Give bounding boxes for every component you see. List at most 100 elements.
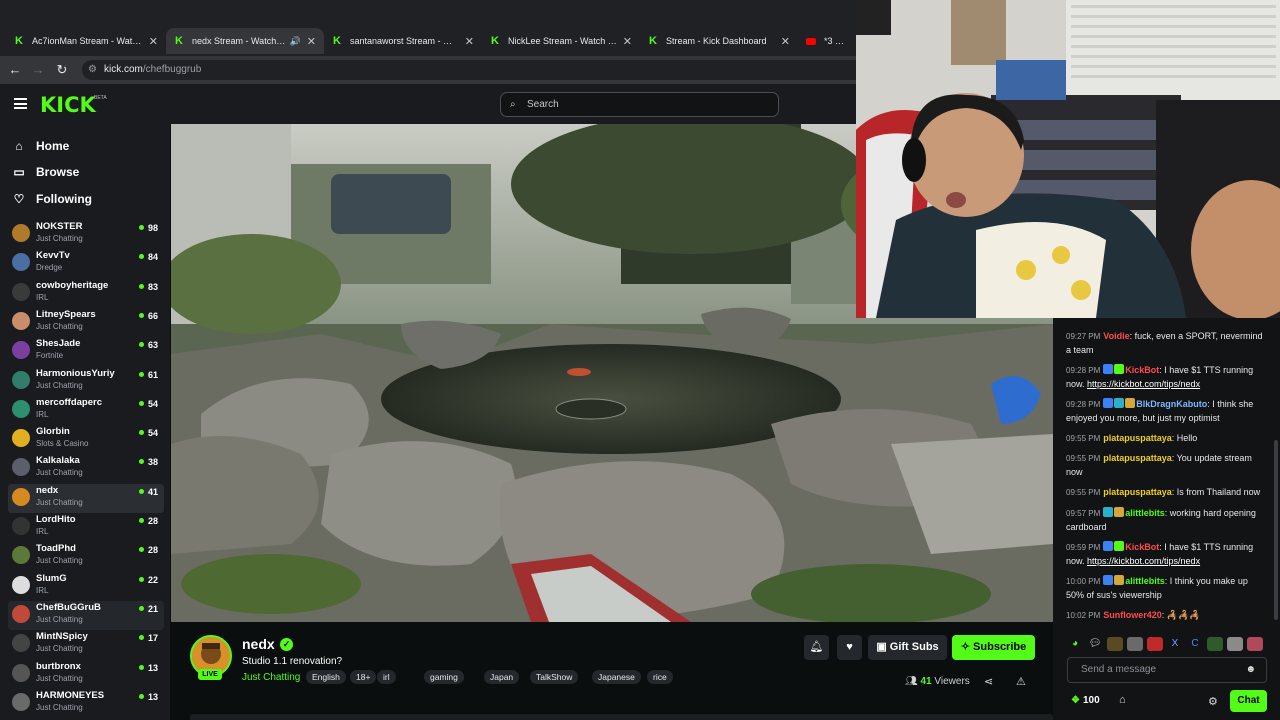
sidebar-channel[interactable]: HARMONEYES Just Chatting 13 bbox=[8, 689, 164, 718]
chat-badge-icon bbox=[1114, 507, 1125, 517]
menu-icon[interactable] bbox=[14, 98, 27, 109]
emote-icon[interactable] bbox=[1247, 637, 1263, 651]
browser-tab[interactable]: K Ac7ionMan Stream - Watch Live ✕ bbox=[6, 28, 166, 54]
sidebar-channel[interactable]: NOKSTER Just Chatting 98 bbox=[8, 220, 164, 249]
chat-username[interactable]: BlkDragnKabuto bbox=[1136, 399, 1207, 409]
emote-icon[interactable] bbox=[1107, 637, 1123, 651]
search-icon: ⌕ bbox=[510, 99, 516, 110]
stream-category[interactable]: Just Chatting bbox=[242, 672, 300, 683]
chat-username[interactable]: alittlebits bbox=[1125, 576, 1165, 586]
browser-tab[interactable]: *3 BODY bbox=[798, 28, 856, 54]
sidebar-channel[interactable]: cowboyheritage IRL 83 bbox=[8, 279, 164, 308]
chat-link[interactable]: https://kickbot.com/tips/nedx bbox=[1087, 379, 1200, 389]
stream-tag[interactable]: Japan bbox=[484, 670, 520, 684]
sidebar-item-home[interactable]: ⌂ Home bbox=[12, 134, 69, 158]
chat-username[interactable]: platapuspattaya bbox=[1103, 433, 1172, 443]
sidebar-channel[interactable]: LitneySpears Just Chatting 66 bbox=[8, 308, 164, 337]
stream-tag[interactable]: Japanese bbox=[592, 670, 641, 684]
chat-username[interactable]: alittlebits bbox=[1125, 508, 1165, 518]
forward-icon[interactable]: → bbox=[29, 61, 47, 79]
close-icon[interactable]: ✕ bbox=[623, 35, 632, 48]
chat-scrollbar[interactable] bbox=[1274, 440, 1278, 620]
channel-viewer-count: 83 bbox=[147, 281, 158, 292]
chat-send-button[interactable]: Chat bbox=[1230, 690, 1267, 712]
channel-name: LitneySpears bbox=[36, 308, 96, 320]
browser-tab[interactable]: K Stream - Kick Dashboard ✕ bbox=[640, 28, 798, 54]
report-icon[interactable]: ⚠ bbox=[1016, 675, 1026, 688]
browser-tab-active[interactable]: K nedx Stream - Watch Live on 🔊 ✕ bbox=[166, 28, 324, 54]
c-emote-icon[interactable]: C bbox=[1187, 637, 1203, 651]
sidebar-channel[interactable]: HarmoniousYuriy Just Chatting 61 bbox=[8, 367, 164, 396]
back-icon[interactable]: ← bbox=[6, 61, 24, 79]
chat-username[interactable]: KickBot bbox=[1125, 365, 1159, 375]
stream-tag[interactable]: TalkShow bbox=[530, 670, 579, 684]
follow-button[interactable]: ♥ bbox=[837, 635, 862, 660]
stream-tag[interactable]: gaming bbox=[424, 670, 464, 684]
sidebar-channel[interactable]: burtbronx Just Chatting 13 bbox=[8, 660, 164, 689]
close-icon[interactable]: ✕ bbox=[781, 35, 790, 48]
stream-tag[interactable]: 18+ bbox=[350, 670, 377, 684]
tab-title: nedx Stream - Watch Live on bbox=[192, 36, 286, 46]
sidebar-channel[interactable]: ShesJade Fortnite 63 bbox=[8, 337, 164, 366]
sidebar-channel[interactable]: Glorbin Slots & Casino 54 bbox=[8, 425, 164, 454]
live-dot-icon bbox=[138, 225, 144, 230]
notification-bell-button[interactable]: 🔔︎ bbox=[804, 635, 829, 660]
streamer-name[interactable]: nedx bbox=[242, 636, 275, 652]
x-emote-icon[interactable]: X bbox=[1167, 637, 1183, 651]
emote-icon[interactable] bbox=[1147, 637, 1163, 651]
sidebar-channel[interactable]: KevvTv Dredge 84 bbox=[8, 249, 164, 278]
live-dot-icon bbox=[138, 605, 144, 611]
kick-logo[interactable]: KICK bbox=[40, 93, 96, 117]
sidebar-channel[interactable]: Kalkalaka Just Chatting 38 bbox=[8, 454, 164, 483]
chat-username[interactable]: KickBot bbox=[1125, 542, 1159, 552]
site-info-icon[interactable]: ⚙ bbox=[88, 60, 97, 80]
stream-tag[interactable]: English bbox=[306, 670, 346, 684]
channel-viewer-count: 54 bbox=[147, 398, 158, 409]
live-dot-icon bbox=[138, 312, 144, 318]
sidebar-channel[interactable]: MintNSpicy Just Chatting 17 bbox=[8, 630, 164, 659]
url-path: /chefbuggrub bbox=[142, 64, 202, 75]
close-icon[interactable]: ✕ bbox=[149, 35, 158, 48]
chat-username[interactable]: platapuspattaya bbox=[1103, 453, 1172, 463]
sidebar-item-following[interactable]: ♡ Following bbox=[12, 187, 92, 211]
address-bar[interactable]: ⚙ kick.com/chefbuggrub bbox=[82, 60, 856, 80]
chat-username[interactable]: Sunflower420 bbox=[1103, 610, 1162, 620]
emoji-icon[interactable]: ☻ bbox=[1245, 658, 1256, 682]
close-icon[interactable]: ✕ bbox=[465, 35, 474, 48]
sidebar-channel[interactable]: ChefBuGGruB Just Chatting 21 bbox=[8, 600, 164, 630]
emote-icon[interactable] bbox=[1207, 637, 1223, 651]
sidebar-item-browse[interactable]: ▭ Browse bbox=[12, 160, 79, 184]
sidebar-channel[interactable]: LordHito IRL 28 bbox=[8, 513, 164, 542]
emote-icon[interactable] bbox=[1127, 637, 1143, 651]
channel-avatar bbox=[12, 429, 30, 448]
channel-avatar bbox=[12, 224, 30, 242]
sidebar-channel[interactable]: mercoffdaperc IRL 54 bbox=[8, 396, 164, 425]
sidebar-channel[interactable]: ToadPhd Just Chatting 28 bbox=[8, 542, 164, 571]
chat-message-input[interactable]: Send a message ☻ bbox=[1067, 657, 1267, 683]
search-input[interactable]: ⌕ Search bbox=[500, 92, 779, 117]
browser-tab[interactable]: K NickLee Stream - Watch Live on ✕ bbox=[482, 28, 640, 54]
subscribe-button[interactable]: ✧ Subscribe bbox=[952, 635, 1035, 660]
chat-bubble-emote-icon[interactable]: 💬︎ bbox=[1087, 637, 1103, 651]
chat-username[interactable]: Voidie bbox=[1103, 331, 1129, 341]
gear-icon[interactable]: ⚙ bbox=[1208, 695, 1218, 708]
browser-tab[interactable]: K santanaworst Stream - Watch Li ✕ bbox=[324, 28, 482, 54]
stream-tag[interactable]: rice bbox=[647, 670, 673, 684]
kick-emote-icon[interactable]: ◕ bbox=[1067, 637, 1083, 651]
reload-icon[interactable]: ↻ bbox=[53, 61, 71, 79]
speaker-icon[interactable]: 🔊 bbox=[290, 36, 301, 47]
share-icon[interactable]: ⋖ bbox=[984, 675, 993, 688]
sidebar-channel[interactable]: nedx Just Chatting 41 bbox=[8, 483, 164, 513]
chat-link[interactable]: https://kickbot.com/tips/nedx bbox=[1087, 556, 1200, 566]
store-icon[interactable]: ⌂ bbox=[1119, 694, 1126, 706]
close-icon[interactable]: ✕ bbox=[307, 35, 316, 48]
sidebar-channel[interactable]: SlumG IRL 22 bbox=[8, 572, 164, 601]
chat-username[interactable]: platapuspattaya bbox=[1103, 487, 1172, 497]
channel-points[interactable]: ❖ 100 bbox=[1071, 695, 1100, 706]
channel-category: Just Chatting bbox=[36, 497, 83, 507]
emote-icon[interactable] bbox=[1227, 637, 1243, 651]
stream-tag[interactable]: irl bbox=[377, 670, 396, 684]
chat-message: 10:02 PM Sunflower420: 🦂🦂🦂 bbox=[1066, 609, 1268, 623]
viewer-count-label: Viewers bbox=[934, 676, 970, 687]
gift-subs-button[interactable]: ▣ Gift Subs bbox=[868, 635, 947, 660]
